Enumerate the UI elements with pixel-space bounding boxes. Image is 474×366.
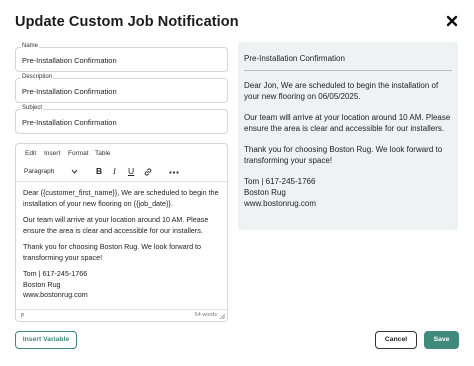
description-field-value[interactable]: Pre-Installation Confirmation	[22, 87, 117, 96]
block-format-select[interactable]: Paragraph	[24, 168, 54, 175]
name-field-label: Name	[21, 43, 40, 49]
menu-insert[interactable]: Insert	[44, 150, 60, 157]
editor-toolbar: Paragraph B I U	[16, 162, 227, 182]
name-field-value[interactable]: Pre-Installation Confirmation	[22, 56, 117, 65]
email-preview: Pre-Installation Confirmation Dear Jon, …	[238, 42, 458, 230]
link-icon[interactable]	[143, 167, 153, 177]
resize-handle-icon[interactable]	[219, 313, 225, 319]
preview-paragraph: Thank you for choosing Boston Rug. We lo…	[244, 145, 443, 165]
underline-icon[interactable]: U	[128, 166, 134, 176]
menu-format[interactable]: Format	[68, 150, 89, 157]
editor-signature-line: Boston Rug	[23, 279, 61, 289]
rich-text-editor[interactable]: Edit Insert Format Table Paragraph B I U…	[15, 143, 228, 322]
menu-edit[interactable]: Edit	[25, 150, 36, 157]
description-field-label: Description	[21, 74, 54, 80]
name-field[interactable]: Name Pre-Installation Confirmation	[15, 43, 228, 72]
description-field[interactable]: Description Pre-Installation Confirmatio…	[15, 74, 228, 103]
editor-content[interactable]: Dear {{customer_first_name}}, We are sch…	[23, 188, 223, 301]
menu-table[interactable]: Table	[95, 150, 111, 157]
italic-icon[interactable]: I	[113, 166, 116, 176]
more-icon[interactable]	[169, 171, 179, 174]
editor-paragraph: Thank you for choosing Boston Rug. We lo…	[23, 242, 202, 262]
cancel-button[interactable]: Cancel	[375, 331, 417, 349]
word-count: 54 words	[194, 312, 217, 318]
preview-paragraph: Our team will arrive at your location ar…	[244, 113, 451, 133]
editor-signature-line: Tom | 617-245-1766	[23, 269, 88, 278]
element-path: p	[21, 312, 25, 318]
close-icon[interactable]	[445, 14, 459, 28]
editor-paragraph: Our team will arrive at your location ar…	[23, 215, 209, 235]
editor-statusbar: p 54 words	[16, 309, 227, 321]
preview-paragraph: Dear Jon, We are scheduled to begin the …	[244, 81, 439, 101]
chevron-down-icon[interactable]	[71, 169, 78, 174]
editor-paragraph: Dear {{customer_first_name}}, We are sch…	[23, 188, 219, 208]
editor-signature-line: www.bostonrug.com	[23, 290, 88, 299]
subject-field[interactable]: Subject Pre-Installation Confirmation	[15, 105, 228, 134]
preview-signature-line: Tom | 617-245-1766	[244, 177, 316, 186]
save-button[interactable]: Save	[424, 331, 459, 349]
preview-signature-line: www.bostonrug.com	[244, 199, 317, 208]
editor-menubar: Edit Insert Format Table	[16, 144, 227, 162]
dialog-title: Update Custom Job Notification	[15, 14, 239, 30]
preview-signature-line: Boston Rug	[244, 188, 286, 197]
bold-icon[interactable]: B	[96, 166, 102, 176]
preview-divider	[244, 70, 452, 71]
subject-field-value[interactable]: Pre-Installation Confirmation	[22, 118, 117, 127]
preview-body: Dear Jon, We are scheduled to begin the …	[244, 80, 454, 209]
insert-variable-button[interactable]: Insert Variable	[15, 331, 77, 349]
preview-subject: Pre-Installation Confirmation	[244, 54, 345, 63]
subject-field-label: Subject	[21, 105, 44, 111]
